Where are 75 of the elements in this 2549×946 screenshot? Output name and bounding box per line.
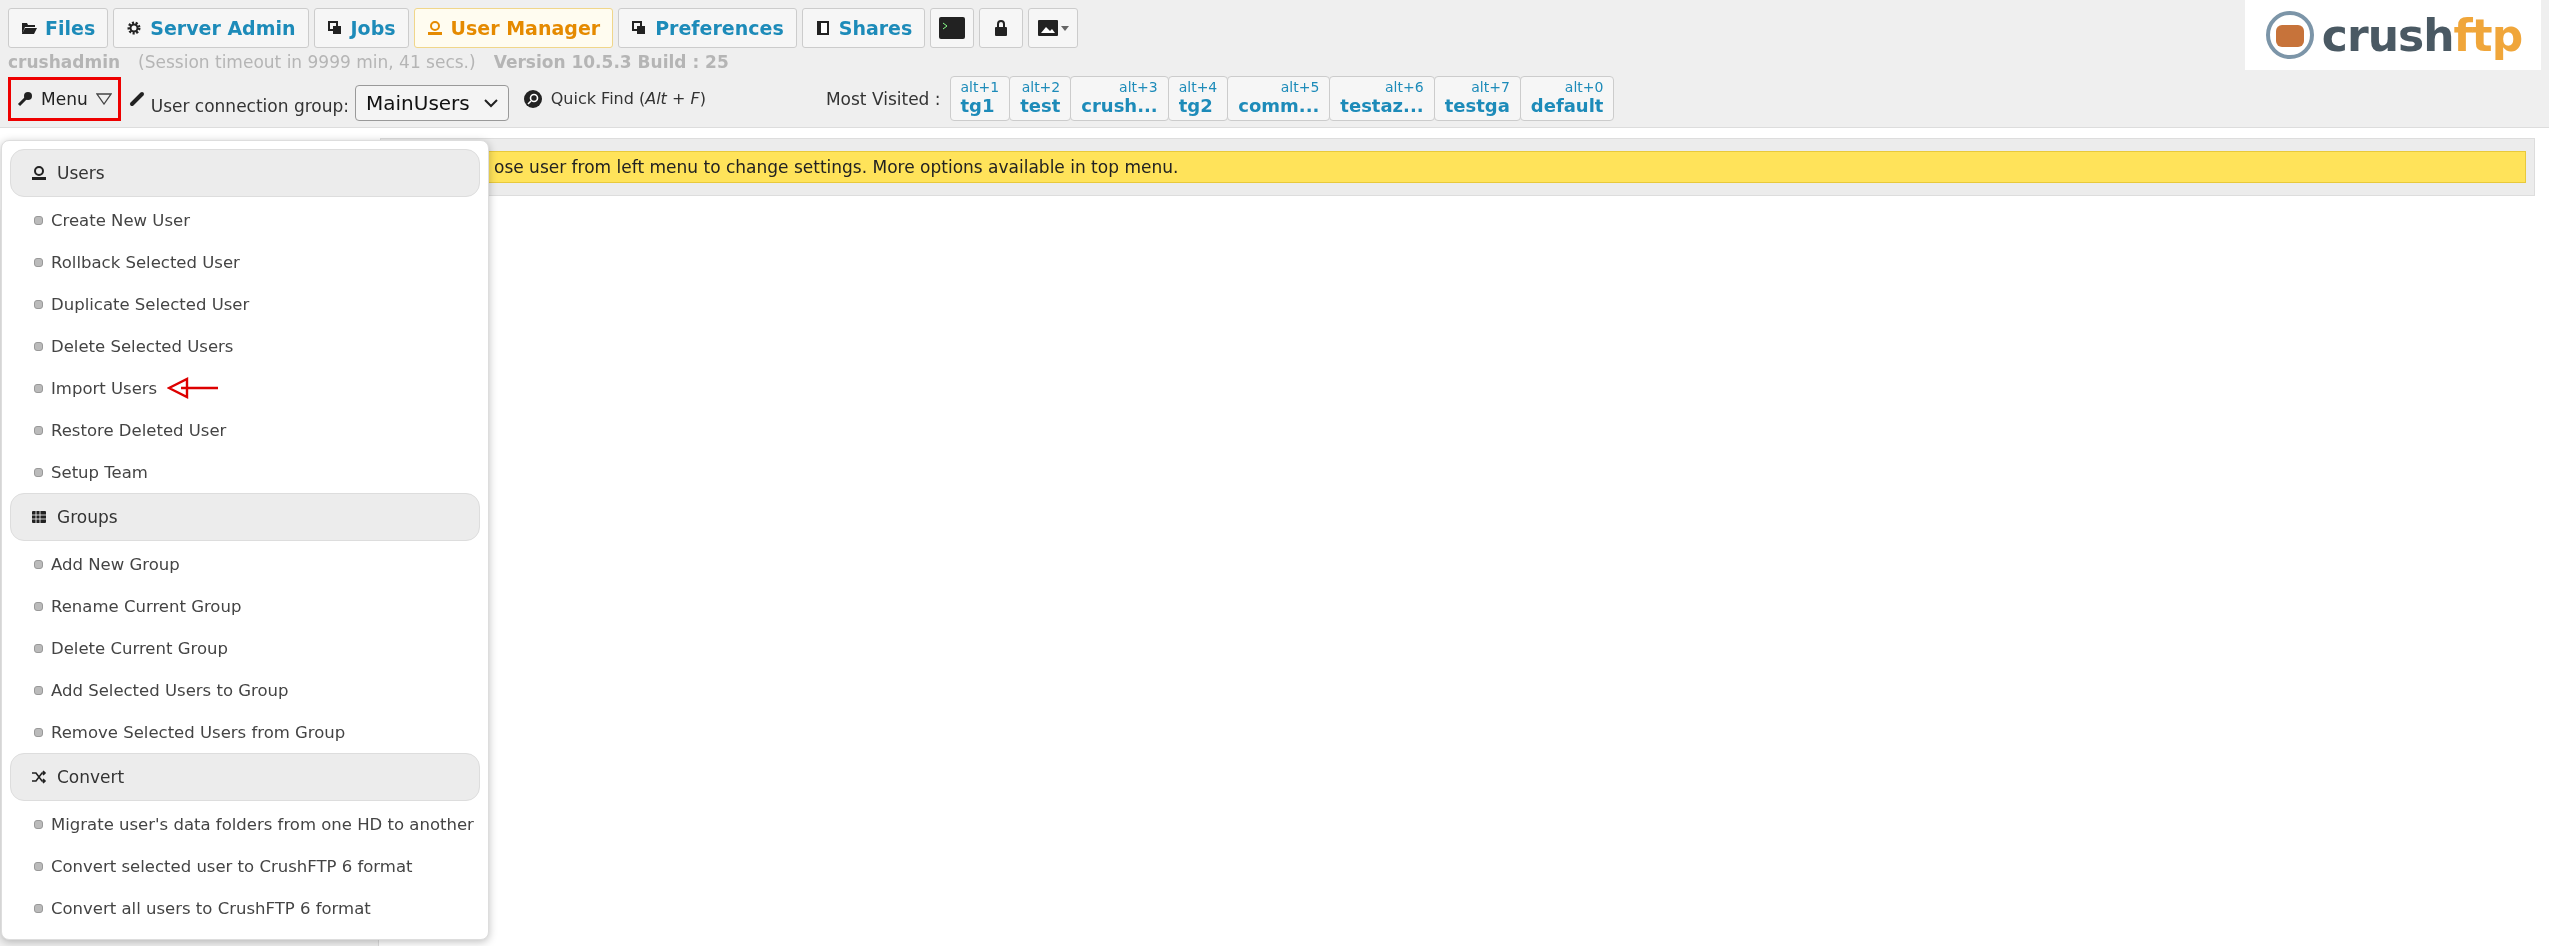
user-icon (426, 20, 443, 36)
group-label: User connection group: (150, 95, 349, 116)
recent-user-button[interactable]: alt+7 testga (1433, 76, 1521, 121)
logo: crushftp (2245, 0, 2541, 70)
terminal-icon (939, 17, 966, 39)
copy-icon (631, 20, 648, 36)
recent-user-button[interactable]: alt+6 testaz... (1329, 76, 1435, 121)
image-dropdown-button[interactable] (1028, 8, 1079, 48)
session-timeout: (Session timeout in 9999 min, 41 secs.) (138, 52, 476, 72)
nav-tab[interactable]: Preferences (618, 8, 797, 48)
bullet-icon (34, 559, 43, 569)
menu-item[interactable]: Create New User (51, 210, 190, 230)
quick-find-link[interactable]: Quick Find (Alt + F) (522, 88, 706, 109)
bullet-icon (34, 643, 43, 653)
menu-item[interactable]: Remove Selected Users from Group (51, 722, 346, 742)
nav-tab[interactable]: Shares (801, 8, 926, 48)
nav-tab[interactable]: Jobs (313, 8, 409, 48)
menu-item[interactable]: Rename Current Group (51, 596, 242, 616)
copy-icon (326, 20, 343, 36)
terminal-button[interactable] (930, 8, 975, 48)
gear-icon (126, 20, 143, 36)
menu-section-header: Groups (10, 493, 480, 541)
recent-user-button[interactable]: alt+0 default (1519, 76, 1615, 121)
most-visited-label: Most Visited : (825, 88, 941, 109)
bullet-icon (34, 215, 43, 225)
caret-icon (1060, 25, 1069, 31)
bullet-icon (34, 383, 43, 393)
book-icon (814, 20, 831, 36)
version-text: Version 10.5.3 Build : 25 (493, 52, 729, 72)
menu-item[interactable]: Delete Selected Users (51, 336, 234, 356)
caret-icon (95, 92, 112, 105)
menu-section-header: Convert (10, 753, 480, 801)
menu-item[interactable]: Setup Team (51, 462, 148, 482)
bullet-icon (34, 819, 43, 829)
nav-tab[interactable]: Server Admin (113, 8, 309, 48)
menu-item[interactable]: Import Users (51, 378, 158, 398)
nav-tab[interactable]: Files (8, 8, 109, 48)
bullet-icon (34, 341, 43, 351)
bullet-icon (34, 727, 43, 737)
folder-icon (21, 20, 37, 36)
chevron-icon (483, 97, 498, 108)
menu-item[interactable]: Convert all users to CrushFTP 6 format (51, 898, 371, 918)
recent-user-button[interactable]: alt+3 crush... (1070, 76, 1169, 121)
menu-item[interactable]: Add New Group (51, 554, 180, 574)
image-icon (1037, 20, 1058, 36)
username: crushadmin (8, 52, 121, 72)
lock-button[interactable] (979, 8, 1024, 48)
menu-item[interactable]: Delete Current Group (51, 638, 228, 658)
bullet-icon (34, 299, 43, 309)
search-icon (522, 88, 543, 109)
recent-user-button[interactable]: alt+5 comm... (1227, 76, 1331, 121)
bullet-icon (34, 685, 43, 695)
menu-item[interactable]: Duplicate Selected User (51, 294, 250, 314)
menu-item[interactable]: Restore Deleted User (51, 420, 227, 440)
menu-item[interactable]: Rollback Selected User (51, 252, 240, 272)
recent-user-button[interactable]: alt+1 tg1 (949, 76, 1011, 121)
recent-user-button[interactable]: alt+4 tg2 (1167, 76, 1229, 121)
recent-user-button[interactable]: alt+2 test (1009, 76, 1072, 121)
shuffle-icon (31, 769, 47, 785)
menu-item[interactable]: Add Selected Users to Group (51, 680, 289, 700)
menu-button[interactable]: Menu (8, 76, 121, 121)
wrench-icon (17, 90, 33, 107)
menu-item[interactable]: Migrate user's data folders from one HD to another (51, 814, 474, 834)
user-icon (31, 165, 47, 181)
lock-icon (995, 20, 1008, 36)
menu-section-header: Users (10, 149, 480, 197)
menu-item[interactable]: Convert selected user to CrushFTP 6 format (51, 856, 413, 876)
bullet-icon (34, 601, 43, 611)
bullet-icon (34, 257, 43, 267)
grid-icon (31, 509, 47, 525)
group-select[interactable]: MainUsers (355, 84, 509, 121)
bullet-icon (34, 425, 43, 435)
bullet-icon (34, 467, 43, 477)
bullet-icon (34, 903, 43, 913)
bullet-icon (34, 861, 43, 871)
